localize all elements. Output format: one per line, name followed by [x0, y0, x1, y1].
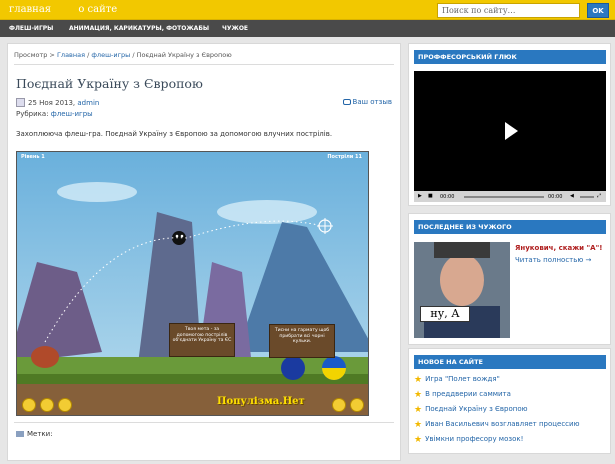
list-item-label: Иван Васильевич возглавляет процессию	[425, 420, 580, 428]
category-bar: ФЛЕШ-ИГРЫ АНИМАЦИЯ, КАРИКАТУРЫ, ФОТОЖАБЫ…	[0, 20, 615, 37]
tags-label: Метки:	[27, 430, 53, 438]
top-bar: главная о сайте Поиск по сайту… OK	[0, 0, 615, 20]
nav-about[interactable]: о сайте	[78, 4, 117, 15]
post-rubric: Рубрика: флеш-игры	[16, 110, 93, 118]
list-item-label: Игра "Полет вождя"	[425, 375, 500, 383]
search-button[interactable]: OK	[587, 3, 609, 18]
rubric-label: Рубрика:	[16, 110, 49, 118]
game-sound-icon[interactable]	[332, 398, 346, 412]
post-title: Поєднай Україну з Європою	[16, 76, 203, 91]
game-hint-icon[interactable]	[58, 398, 72, 412]
video-stop-button[interactable]: ■	[428, 193, 433, 199]
list-item-label: В преддверии саммита	[425, 390, 511, 398]
sidebar-new-widget: НОВОЕ НА САЙТЕ ★ Игра "Полет вождя" ★ В пр…	[408, 348, 611, 454]
divider	[14, 64, 394, 65]
game-shots: Постріли 11	[327, 154, 362, 160]
new-widget-title: НОВОЕ НА САЙТЕ	[414, 355, 606, 369]
list-item[interactable]: ★ В преддверии саммита	[414, 390, 579, 405]
video-player[interactable]: ▶ ■ 00:00 00:00 ◀ ⤢	[414, 71, 606, 202]
star-icon: ★	[414, 390, 423, 400]
category-foreign[interactable]: ЧУЖОЕ	[222, 25, 248, 32]
game-scene	[17, 152, 368, 415]
video-progress-bar[interactable]	[464, 196, 544, 198]
list-item[interactable]: ★ Игра "Полет вождя"	[414, 375, 579, 390]
game-menu-icon[interactable]	[22, 398, 36, 412]
rubric-link[interactable]: флеш-игры	[51, 110, 93, 118]
game-site-logo: Популізма.Нет	[217, 396, 305, 407]
breadcrumb: Просмотр > Главная / флеш-игры / Поєднай…	[14, 51, 232, 59]
game-restart-icon[interactable]	[40, 398, 54, 412]
post-meta: 25 Ноя 2013, admin	[16, 98, 99, 107]
news-thumbnail[interactable]: ну, А	[414, 242, 510, 338]
divider	[14, 422, 394, 423]
category-animation[interactable]: АНИМАЦИЯ, КАРИКАТУРЫ, ФОТОЖАБЫ	[69, 25, 209, 32]
game-music-icon[interactable]	[350, 398, 364, 412]
search-input[interactable]: Поиск по сайту…	[437, 3, 580, 18]
post-intro: Захоплююча флеш-гра. Поєднай Україну з Є…	[16, 130, 333, 138]
new-items-list: ★ Игра "Полет вождя" ★ В преддверии саммит…	[414, 375, 579, 450]
reviews-link[interactable]: Ваш отзыв	[342, 98, 392, 106]
news-caption: ну, А	[420, 306, 470, 322]
play-icon[interactable]	[414, 71, 606, 191]
breadcrumb-sep: >	[47, 51, 57, 59]
list-item[interactable]: ★ Увімкни професору мозок!	[414, 435, 579, 450]
news-item-title[interactable]: Янукович, скажи "А"!	[515, 244, 602, 252]
video-play-button[interactable]: ▶	[418, 193, 422, 199]
list-item-label: Поєднай Україну з Європою	[425, 405, 528, 413]
game-level: Рівень 1	[21, 154, 45, 160]
star-icon: ★	[414, 405, 423, 415]
volume-slider[interactable]	[580, 196, 594, 198]
main-nav: главная о сайте	[9, 4, 141, 15]
sidebar-video-widget: ПРОФФЕСОРСЬКИЙ ГЛЮК ▶ ■ 00:00 00:00 ◀ ⤢	[408, 43, 611, 206]
flash-game[interactable]: Рівень 1 Постріли 11 Твоя мета - за допо…	[16, 151, 369, 416]
video-widget-title: ПРОФФЕСОРСЬКИЙ ГЛЮК	[414, 50, 606, 64]
post-content: Просмотр > Главная / флеш-игры / Поєднай…	[7, 43, 401, 461]
star-icon: ★	[414, 435, 423, 445]
list-item[interactable]: ★ Поєднай Україну з Європою	[414, 405, 579, 420]
comment-icon	[342, 99, 351, 105]
category-flash-games[interactable]: ФЛЕШ-ИГРЫ	[9, 25, 53, 32]
post-date: 25 Ноя 2013,	[28, 99, 76, 107]
fullscreen-icon[interactable]: ⤢	[597, 193, 601, 199]
reviews-label: Ваш отзыв	[352, 98, 392, 106]
post-author-link[interactable]: admin	[77, 99, 99, 107]
news-read-more-link[interactable]: Читать полностью →	[515, 256, 591, 264]
game-sign-hint: Тисни на гармату щоб прибрати всі чорні …	[269, 324, 335, 358]
game-sign-goal: Твоя мета - за допомогою пострілів об'єд…	[169, 323, 235, 357]
video-time-total: 00:00	[548, 194, 563, 200]
video-controls: ▶ ■ 00:00 00:00 ◀ ⤢	[414, 191, 606, 202]
volume-icon[interactable]: ◀	[570, 193, 574, 199]
breadcrumb-current: Поєднай Україну з Європою	[136, 51, 232, 59]
video-time-current: 00:00	[440, 194, 455, 200]
star-icon: ★	[414, 420, 423, 430]
calendar-icon	[16, 98, 25, 107]
breadcrumb-root: Просмотр	[14, 51, 48, 59]
list-item[interactable]: ★ Иван Васильевич возглавляет процессию	[414, 420, 579, 435]
sidebar-news-widget: ПОСЛЕДНЕЕ ИЗ ЧУЖОГО ну, А Янукович, скаж…	[408, 213, 611, 345]
list-item-label: Увімкни професору мозок!	[425, 435, 524, 443]
nav-home[interactable]: главная	[9, 4, 51, 15]
news-widget-title: ПОСЛЕДНЕЕ ИЗ ЧУЖОГО	[414, 220, 606, 234]
breadcrumb-category-link[interactable]: флеш-игры	[91, 51, 130, 59]
breadcrumb-home-link[interactable]: Главная	[57, 51, 85, 59]
post-tags: Метки:	[16, 430, 53, 438]
star-icon: ★	[414, 375, 423, 385]
tag-icon	[16, 431, 24, 437]
